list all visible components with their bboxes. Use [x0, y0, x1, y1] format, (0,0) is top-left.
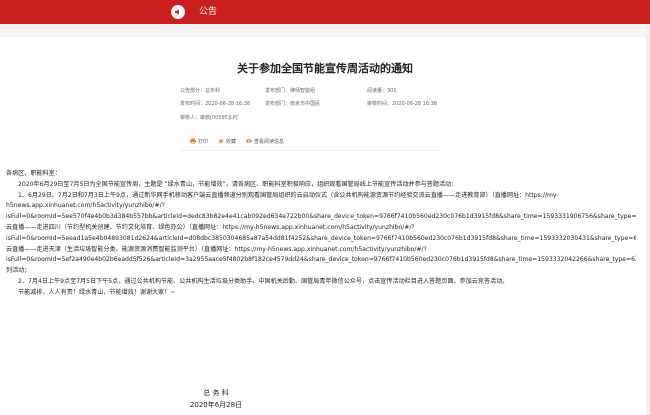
printer-icon	[190, 138, 196, 144]
body-item1-line5: isFull=0&roomId=5eead1a5e4b04893081d2624…	[6, 234, 636, 242]
meta-source: 公告部分：总务科	[180, 88, 221, 94]
header-bar: 公告	[0, 0, 650, 24]
logo-icon	[171, 5, 185, 19]
meta-divider	[180, 150, 440, 151]
body-item1-line7: isFull=0&roomId=5ef2a490e4b02b6eadd5f526…	[6, 256, 636, 264]
header-title: 公告	[199, 7, 218, 17]
body-item1-line4: 云直播——走进四川（节约型机关创建、节约文化培育、绿色办公）（直播网址：http…	[6, 223, 415, 231]
body-item1-line3: isFull=0&roomId=5ee570f4e4b0b3d384b557bb…	[6, 213, 636, 221]
body-salutation: 各病区、职能科室：	[6, 170, 61, 177]
article-title: 关于参加全国节能宣传周活动的通知	[237, 62, 413, 75]
body-intro: 2020年6月29日至7月5日为全国节能宣传周，主题是 “绿水青山，节能增效”，…	[18, 180, 458, 188]
meta-publish-time: 发布时间：2020-06-28 16:38	[180, 101, 251, 107]
meta-publisher: 发布部门：律师智能组	[265, 88, 316, 94]
print-label: 打印	[198, 139, 209, 145]
meta-reviewer: 审核人：审核[00595]LP]	[180, 115, 238, 121]
page-background-strip	[0, 24, 650, 37]
favorite-label: 收藏	[226, 139, 237, 145]
body-item1-line8: 列活动；	[6, 267, 31, 275]
body-item1-line1: 1、6月29日、7月2日和7月3日上午9点，通过新华网手机移动客户端云直播频道分…	[18, 191, 559, 199]
signature-dept: 总 务 科	[203, 389, 229, 397]
view-records-label: 查看阅读信息	[254, 139, 285, 145]
view-records-button[interactable]: 查看阅读信息	[246, 138, 284, 146]
print-button[interactable]: 打印	[190, 138, 208, 146]
favorite-button[interactable]: 收藏	[218, 138, 236, 146]
meta-views: 阅读量：301	[367, 88, 397, 94]
meta-publish-place: 发布部门：南京市中国民	[265, 101, 321, 107]
eye-icon	[246, 139, 252, 143]
meta-update-time: 审核时间：2020-06-28 16:38	[367, 101, 438, 107]
article-body: 各病区、职能科室： 2020年6月29日至7月5日为全国节能宣传周，主题是 “绿…	[6, 169, 636, 299]
body-item1-line6: 云直播——走进天津（生活垃圾智能分类、能源资源消费智能监测平台）（直播网址：ht…	[6, 245, 427, 253]
body-item2: 2、7月4日上午9点至7月5日下午5点，通过公共机构节能、公共机构生活垃圾分类助…	[18, 277, 509, 285]
signature-date: 2020年6月28日	[189, 401, 243, 409]
body-closing: 节能减排，人人有责！绿水青山，节能增效！谢谢大家！~	[18, 288, 176, 296]
body-item1-line2: h5news.app.xinhuanet.com/h5activity/yunz…	[6, 202, 165, 210]
star-icon	[218, 138, 224, 144]
scrollbar[interactable]	[646, 24, 650, 415]
